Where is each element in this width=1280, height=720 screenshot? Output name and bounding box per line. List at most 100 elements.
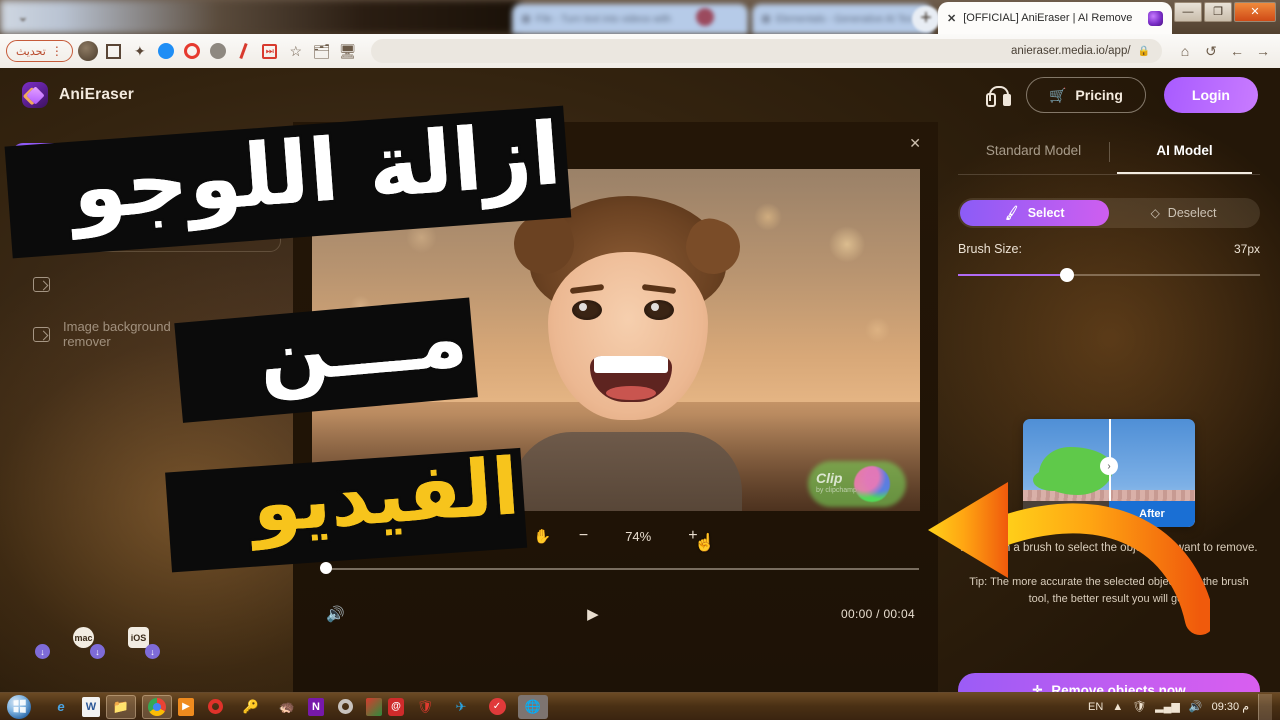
- language-indicator[interactable]: EN: [1088, 701, 1103, 713]
- forward-icon[interactable]: →: [1252, 43, 1274, 59]
- zoom-out-button[interactable]: −: [579, 527, 588, 545]
- deselect-button[interactable]: ◇ Deselect: [1109, 200, 1258, 226]
- remove-button-label: Remove objects now: [1051, 682, 1186, 693]
- maximize-button[interactable]: ❐: [1204, 2, 1232, 22]
- address-bar[interactable]: anieraser.media.io/app/ 🔒: [370, 39, 1162, 63]
- start-button[interactable]: [0, 694, 38, 720]
- close-icon[interactable]: ✕: [909, 135, 921, 152]
- keys-icon[interactable]: 🔑: [236, 695, 266, 719]
- tab-list-chevron-icon[interactable]: ⌄: [14, 8, 32, 26]
- zoom-in-button[interactable]: + ☝: [688, 527, 715, 552]
- login-button[interactable]: Login: [1163, 77, 1258, 113]
- select-deselect-toggle: 🖌 Select ◇ Deselect: [958, 198, 1260, 228]
- close-window-button[interactable]: ✕: [1234, 2, 1276, 22]
- security-icon[interactable]: 🛡: [1132, 700, 1146, 713]
- screen-root: ⌄ File - Turn text into videos with Elem…: [0, 0, 1280, 720]
- eraser-icon: ◇: [1150, 206, 1160, 220]
- vlc-orange-icon[interactable]: ▶: [178, 697, 194, 716]
- bookmark-star-icon[interactable]: ☆: [285, 40, 307, 62]
- opera-icon[interactable]: [200, 695, 230, 719]
- volume-icon[interactable]: 🔊: [1189, 700, 1203, 713]
- tray-chevron-icon[interactable]: ▲: [1112, 701, 1123, 713]
- update-label: تحديث: [16, 45, 46, 58]
- select-button[interactable]: 🖌 Select: [960, 200, 1109, 226]
- app-red-icon[interactable]: [366, 697, 382, 716]
- opera-gx-icon[interactable]: [330, 695, 360, 719]
- mouse-cursor: ☝: [694, 533, 716, 552]
- video-progress-bar[interactable]: [312, 562, 919, 576]
- ios-glyph: iOS: [128, 627, 149, 648]
- cast-icon[interactable]: 🖥: [337, 40, 359, 62]
- vivaldi-icon[interactable]: 🛡: [410, 695, 440, 719]
- brush-size-label: Brush Size:: [958, 242, 1022, 256]
- photoshop-icon[interactable]: @: [388, 697, 404, 716]
- hedgehog-icon[interactable]: 🦔: [272, 695, 302, 719]
- blurred-background-area: [0, 0, 520, 34]
- download-badge: ↓: [145, 644, 160, 659]
- sidebar-item-tertiary[interactable]: [12, 262, 281, 306]
- tab-close-icon[interactable]: ✕: [947, 12, 956, 25]
- tab-title: File - Turn text into videos with: [536, 13, 672, 25]
- shazam-icon[interactable]: [155, 40, 177, 62]
- update-button[interactable]: ⋮ تحديث: [6, 40, 73, 62]
- headset-icon[interactable]: [985, 85, 1009, 107]
- pen-icon[interactable]: [233, 40, 255, 62]
- red-forward-icon[interactable]: ⏭: [259, 40, 281, 62]
- tab-separator: [1109, 142, 1110, 162]
- download-badge: ↓: [35, 644, 50, 659]
- network-icon[interactable]: ▂▄▆: [1155, 700, 1180, 713]
- show-desktop-button[interactable]: [1258, 693, 1272, 720]
- profile-avatar-icon[interactable]: [77, 40, 99, 62]
- back-icon[interactable]: ←: [1226, 43, 1248, 59]
- hand-tool-icon[interactable]: ✋: [533, 528, 550, 545]
- slider-knob[interactable]: [1060, 268, 1074, 282]
- volume-icon[interactable]: 🔊: [326, 605, 345, 623]
- pricing-button[interactable]: 🛒 Pricing: [1025, 77, 1146, 113]
- anieraser-favicon: [1148, 10, 1163, 26]
- internet-explorer-icon[interactable]: e: [46, 695, 76, 719]
- play-button[interactable]: ▶: [587, 605, 599, 623]
- windows-taskbar: e W 📁 ▶ 🔑 🦔 N @ 🛡 ✈ ✓ 🌐 EN ▲ 🛡 ▂▄▆ 🔊 09:…: [0, 692, 1280, 720]
- onenote-icon[interactable]: N: [308, 697, 324, 716]
- clock[interactable]: 09:30 م: [1212, 700, 1249, 713]
- watermark-title: Clip: [816, 470, 843, 486]
- new-tab-button[interactable]: +: [912, 6, 940, 32]
- puzzle-extension-icon[interactable]: ✦: [129, 40, 151, 62]
- brush-size-slider[interactable]: [958, 268, 1260, 282]
- collections-icon[interactable]: 🗂: [311, 40, 333, 62]
- browser-tab-inactive[interactable]: Elementals - Generative AI Tex: [752, 4, 932, 34]
- download-windows-icon[interactable]: ↓: [18, 627, 50, 659]
- word-icon[interactable]: W: [82, 696, 100, 717]
- download-ios-icon[interactable]: iOS ↓: [128, 627, 160, 659]
- menu-dots-icon[interactable]: ⋮: [51, 44, 63, 58]
- grey-circle-icon[interactable]: [207, 40, 229, 62]
- select-label: Select: [1027, 206, 1065, 220]
- brand[interactable]: AniEraser: [22, 82, 134, 108]
- browser-chrome: ⌄ File - Turn text into videos with Elem…: [0, 0, 1280, 68]
- opera-icon[interactable]: [181, 40, 203, 62]
- minimize-button[interactable]: —: [1174, 2, 1202, 22]
- square-icon[interactable]: [103, 40, 125, 62]
- window-controls: — ❐ ✕: [1174, 2, 1276, 22]
- app-header: AniEraser 🛒 Pricing Login: [0, 68, 1280, 122]
- image-icon: [33, 326, 50, 342]
- model-tabs: Standard Model AI Model: [958, 136, 1260, 174]
- file-explorer-icon[interactable]: 📁: [106, 694, 136, 719]
- chrome-icon[interactable]: [142, 694, 172, 719]
- reload-icon[interactable]: ↺: [1200, 43, 1222, 60]
- home-icon[interactable]: ⌂: [1174, 43, 1196, 59]
- telegram-icon[interactable]: ✈: [446, 695, 476, 719]
- checkmark-icon[interactable]: ✓: [482, 695, 512, 719]
- header-actions: 🛒 Pricing Login: [985, 77, 1258, 113]
- mac-glyph: mac: [73, 627, 94, 648]
- tab-ai-model[interactable]: AI Model: [1109, 136, 1260, 174]
- remove-objects-button[interactable]: ✛ Remove objects now: [958, 673, 1260, 692]
- system-tray: EN ▲ 🛡 ▂▄▆ 🔊 09:30 م: [1088, 693, 1280, 720]
- watermark-subtitle: by clipchamp: [816, 487, 857, 494]
- browser-tab-active[interactable]: ✕ [OFFICIAL] AniEraser | AI Remove: [938, 2, 1172, 34]
- magic-wand-icon: ✛: [1032, 683, 1043, 692]
- tab-indicator-dot: [696, 8, 714, 26]
- tab-standard-model[interactable]: Standard Model: [958, 136, 1109, 174]
- grey-globe-icon[interactable]: 🌐: [518, 694, 548, 719]
- download-mac-icon[interactable]: mac ↓: [73, 627, 105, 659]
